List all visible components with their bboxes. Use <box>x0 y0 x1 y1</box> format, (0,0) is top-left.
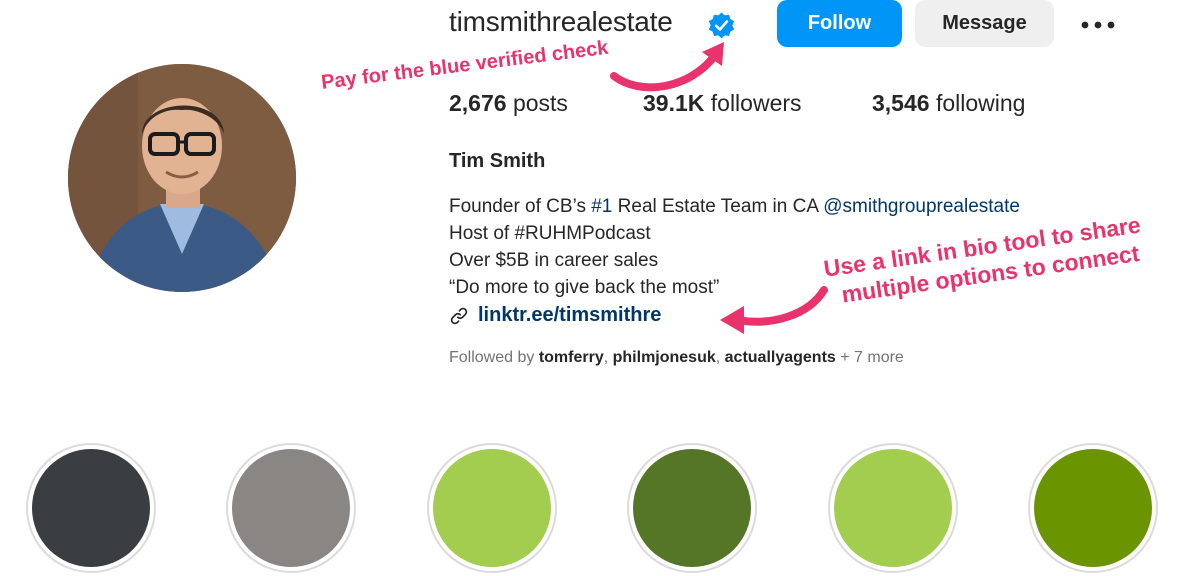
verified-annotation: Pay for the blue verified check <box>320 36 610 94</box>
profile-avatar[interactable] <box>68 64 296 292</box>
bio-line-2: Host of #RUHMPodcast <box>449 223 651 244</box>
mutual-follower[interactable]: tomferry <box>539 349 604 366</box>
message-button[interactable]: Message <box>915 0 1054 47</box>
posts-label: posts <box>512 90 568 116</box>
link-icon <box>450 307 468 324</box>
story-highlight[interactable] <box>627 443 757 573</box>
avatar-photo <box>68 64 296 292</box>
highlight-cover <box>232 449 350 567</box>
highlight-cover <box>834 449 952 567</box>
story-highlight[interactable] <box>1028 443 1158 573</box>
story-highlight[interactable] <box>26 443 156 573</box>
separator: , <box>603 349 613 366</box>
mutual-follower[interactable]: philmjonesuk <box>613 349 716 366</box>
mutual-follower[interactable]: actuallyagents <box>725 349 836 366</box>
bio-mention-link[interactable]: @smithgrouprealestate <box>823 196 1020 217</box>
bio-text: Real Estate Team in CA <box>612 196 824 217</box>
profile-username: timsmithrealestate <box>449 6 673 37</box>
following-count[interactable]: 3,546 following <box>872 90 1025 117</box>
posts-count: 2,676 posts <box>449 90 568 117</box>
annotation-arrow-icon <box>720 286 828 334</box>
more-options-icon[interactable] <box>1081 20 1115 30</box>
followed-by-more: + 7 more <box>835 349 904 366</box>
following-value: 3,546 <box>872 90 930 116</box>
following-label: following <box>935 90 1026 116</box>
followed-by-line[interactable]: Followed by tomferry, philmjonesuk, actu… <box>449 349 904 367</box>
bio-external-link[interactable]: linktr.ee/timsmithre <box>449 304 661 327</box>
posts-value: 2,676 <box>449 90 507 116</box>
bio-line-4: “Do more to give back the most” <box>449 277 720 298</box>
followed-by-prefix: Followed by <box>449 349 539 366</box>
link-text: linktr.ee/timsmithre <box>478 304 662 326</box>
highlight-cover <box>633 449 751 567</box>
separator: , <box>715 349 725 366</box>
story-highlight[interactable] <box>427 443 557 573</box>
bio-line-3: Over $5B in career sales <box>449 250 659 271</box>
highlight-cover <box>1034 449 1152 567</box>
follow-button[interactable]: Follow <box>777 0 902 47</box>
highlight-cover <box>32 449 150 567</box>
bio-text: Founder of CB’s <box>449 196 592 217</box>
bio-hashtag-link[interactable]: #1 <box>591 196 612 217</box>
link-annotation: Use a link in bio tool to share multiple… <box>822 211 1146 311</box>
story-highlight[interactable] <box>828 443 958 573</box>
bio-line-1: Founder of CB’s #1 Real Estate Team in C… <box>449 196 1020 218</box>
annotation-arrow-icon <box>610 42 724 92</box>
profile-full-name: Tim Smith <box>449 150 546 172</box>
highlight-cover <box>433 449 551 567</box>
story-highlight[interactable] <box>226 443 356 573</box>
